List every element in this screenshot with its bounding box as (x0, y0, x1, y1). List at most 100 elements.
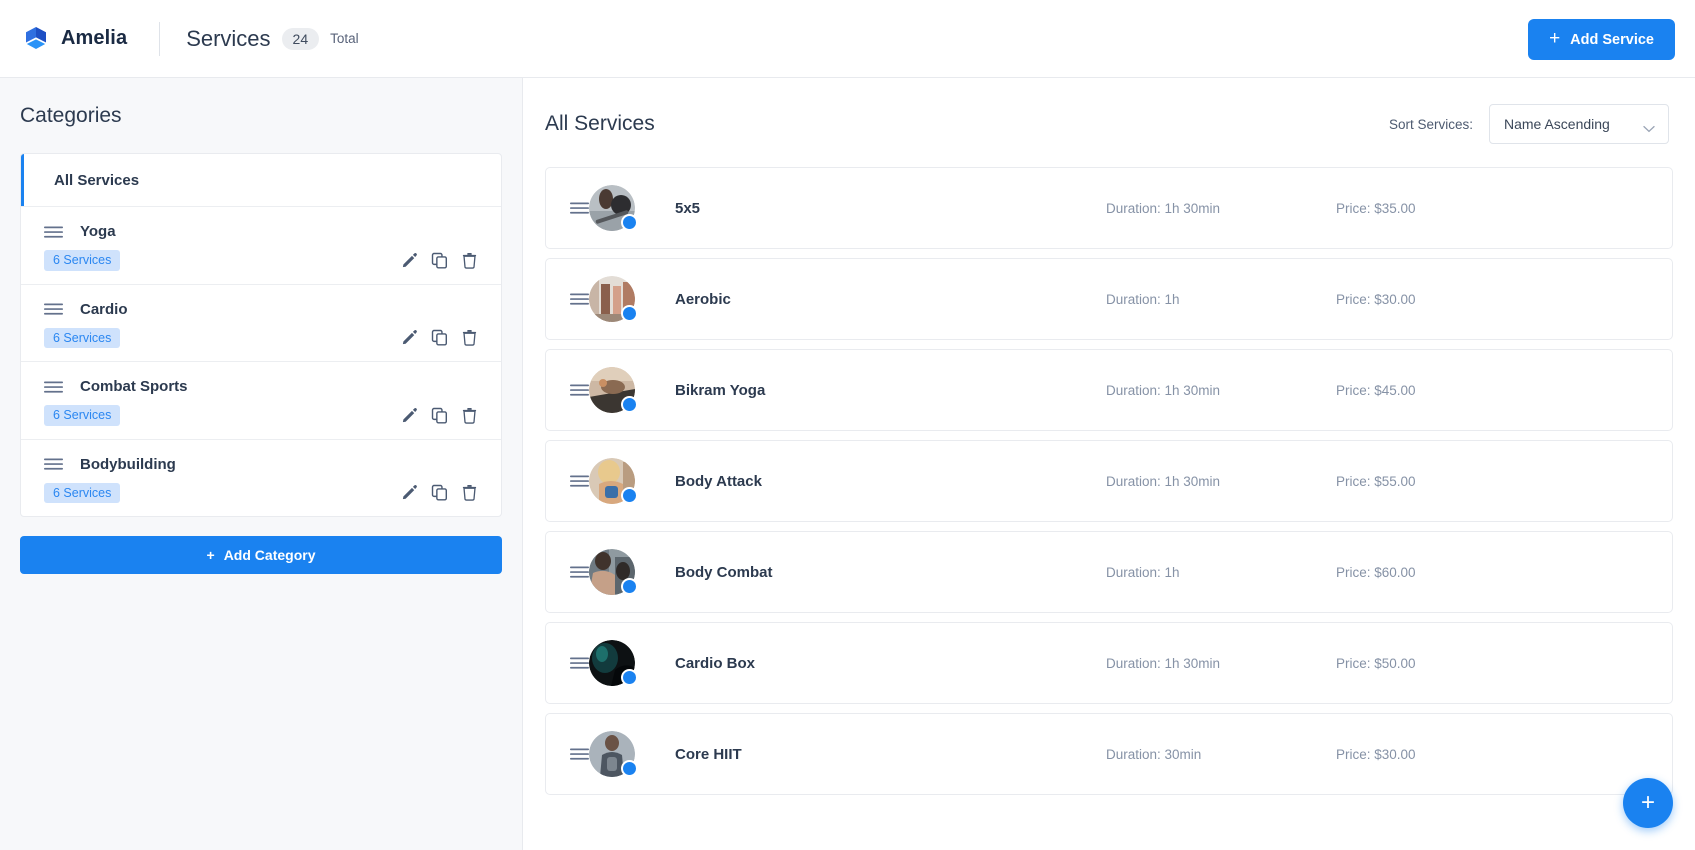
service-row[interactable]: 5x5 Duration: 1h 30min Price: $35.00 (545, 167, 1673, 249)
status-badge (621, 396, 638, 413)
drag-handle-icon[interactable] (44, 457, 63, 471)
category-row-yoga[interactable]: Yoga 6 Services (21, 207, 501, 285)
header-divider (159, 21, 161, 56)
service-name: Body Attack (675, 472, 762, 490)
duplicate-icon[interactable] (430, 329, 448, 347)
service-identity: Body Combat (589, 549, 773, 595)
add-service-button[interactable]: + Add Service (1528, 19, 1675, 60)
service-identity: Body Attack (589, 458, 762, 504)
category-row-bottom: 6 Services (44, 482, 487, 503)
avatar (589, 276, 638, 322)
status-badge (621, 578, 638, 595)
avatar (589, 640, 638, 686)
category-name: Combat Sports (80, 378, 188, 395)
category-row-top: Yoga (44, 223, 487, 240)
page-heading: Services 24 Total (186, 26, 358, 52)
category-row-combat-sports[interactable]: Combat Sports 6 Services (21, 362, 501, 440)
service-identity: Cardio Box (589, 640, 755, 686)
category-name: Bodybuilding (80, 455, 176, 473)
edit-icon[interactable] (400, 406, 418, 424)
service-duration: Duration: 1h (1106, 564, 1180, 580)
add-service-fab[interactable]: + (1623, 778, 1673, 828)
delete-icon[interactable] (460, 251, 478, 269)
categories-title: Categories (20, 104, 122, 127)
delete-icon[interactable] (460, 406, 478, 424)
workspace: Categories All Services Yoga 6 Services … (0, 78, 1695, 850)
services-count-label: Total (330, 31, 359, 46)
service-row[interactable]: Core HIIT Duration: 30min Price: $30.00 (545, 713, 1673, 795)
drag-handle-icon[interactable] (570, 474, 589, 488)
service-duration: Duration: 1h 30min (1106, 655, 1221, 671)
service-identity: Bikram Yoga (589, 367, 765, 413)
services-header: All Services Sort Services: Name Ascendi… (545, 104, 1673, 144)
edit-icon[interactable] (400, 484, 418, 502)
add-service-label: Add Service (1570, 31, 1654, 48)
sort-selected-value: Name Ascending (1504, 116, 1610, 132)
add-category-button[interactable]: + Add Category (20, 536, 502, 574)
category-row-bodybuilding[interactable]: Bodybuilding 6 Services (21, 440, 501, 517)
service-row[interactable]: Body Attack Duration: 1h 30min Price: $5… (545, 440, 1673, 522)
category-row-bottom: 6 Services (44, 405, 487, 426)
category-row-bottom: 6 Services (44, 327, 487, 348)
drag-handle-icon[interactable] (570, 656, 589, 670)
plus-icon: + (1640, 789, 1655, 816)
category-row-cardio[interactable]: Cardio 6 Services (21, 285, 501, 362)
category-actions (400, 406, 487, 424)
add-category-label: Add Category (223, 547, 316, 563)
category-services-badge: 6 Services (44, 405, 121, 426)
avatar (589, 458, 638, 504)
services-title: All Services (545, 112, 655, 135)
drag-handle-icon[interactable] (570, 565, 589, 579)
amelia-logo-icon (22, 25, 50, 53)
avatar (589, 367, 638, 413)
service-name: Cardio Box (675, 654, 756, 672)
category-row-top: Bodybuilding (44, 456, 487, 473)
category-row-bottom: 6 Services (44, 250, 487, 271)
service-name: 5x5 (675, 199, 701, 217)
avatar (589, 549, 638, 595)
service-duration: Duration: 1h 30min (1106, 473, 1221, 489)
sidebar-item-all-services-label: All Services (54, 171, 140, 189)
category-name: Yoga (80, 223, 116, 240)
sort-services-select[interactable]: Name Ascending (1489, 104, 1669, 144)
drag-handle-icon[interactable] (570, 747, 589, 761)
services-count-badge: 24 (281, 27, 320, 50)
drag-handle-icon[interactable] (44, 302, 63, 316)
duplicate-icon[interactable] (430, 251, 448, 269)
service-row[interactable]: Aerobic Duration: 1h Price: $30.00 (545, 258, 1673, 340)
sidebar-item-all-services[interactable]: All Services (21, 154, 501, 207)
edit-icon[interactable] (400, 329, 418, 347)
service-duration: Duration: 1h 30min (1106, 382, 1221, 398)
delete-icon[interactable] (460, 484, 478, 502)
drag-handle-icon[interactable] (570, 383, 589, 397)
service-name: Aerobic (675, 290, 731, 308)
category-actions (400, 251, 487, 269)
category-services-badge: 6 Services (44, 327, 121, 348)
service-name: Bikram Yoga (675, 381, 766, 399)
service-name: Core HIIT (675, 745, 742, 763)
category-row-top: Cardio (44, 301, 487, 318)
service-price: Price: $30.00 (1336, 746, 1416, 762)
delete-icon[interactable] (460, 329, 478, 347)
category-services-badge: 6 Services (44, 482, 121, 503)
duplicate-icon[interactable] (430, 484, 448, 502)
category-name: Cardio (80, 300, 128, 318)
duplicate-icon[interactable] (430, 406, 448, 424)
page-title: Services (186, 25, 271, 51)
drag-handle-icon[interactable] (44, 380, 63, 394)
drag-handle-icon[interactable] (44, 225, 63, 239)
category-row-top: Combat Sports (44, 378, 487, 395)
service-price: Price: $30.00 (1336, 291, 1416, 307)
services-list: 5x5 Duration: 1h 30min Price: $35.00 Aer… (545, 167, 1673, 795)
service-price: Price: $55.00 (1336, 473, 1416, 489)
edit-icon[interactable] (400, 251, 418, 269)
service-row[interactable]: Bikram Yoga Duration: 1h 30min Price: $4… (545, 349, 1673, 431)
drag-handle-icon[interactable] (570, 201, 589, 215)
plus-icon: + (206, 547, 215, 563)
service-row[interactable]: Cardio Box Duration: 1h 30min Price: $50… (545, 622, 1673, 704)
top-bar: Amelia Services 24 Total + Add Service (0, 0, 1695, 78)
service-row[interactable]: Body Combat Duration: 1h Price: $60.00 (545, 531, 1673, 613)
service-identity: 5x5 (589, 185, 700, 231)
brand-name: Amelia (61, 27, 128, 49)
drag-handle-icon[interactable] (570, 292, 589, 306)
